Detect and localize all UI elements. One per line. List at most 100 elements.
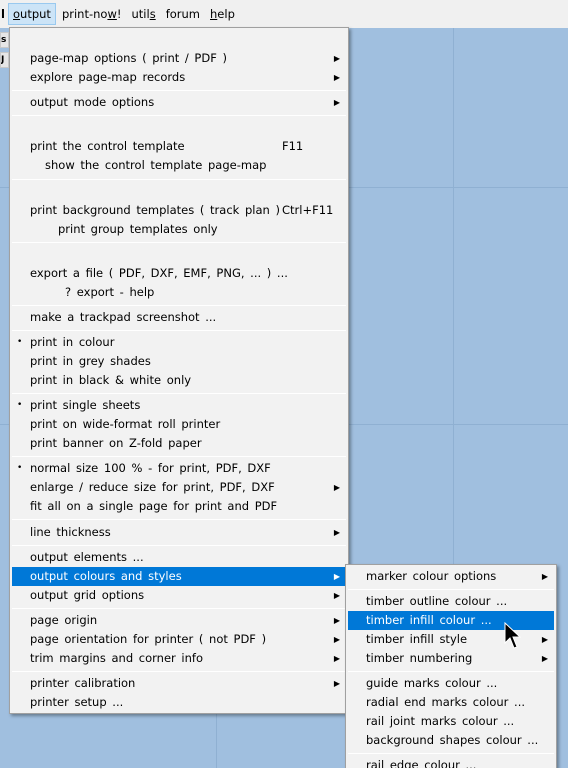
menu-item-trim-margins[interactable]: trim margins and corner info ▶ xyxy=(12,649,346,668)
submenu-arrow-icon: ▶ xyxy=(333,616,340,625)
submenu-arrow-icon: ▶ xyxy=(333,98,340,107)
menu-item-label: print single sheets xyxy=(30,398,141,412)
menu-item-output-elements[interactable]: output elements ... xyxy=(12,548,346,567)
submenu-arrow-icon: ▶ xyxy=(541,654,548,663)
submenu-arrow-icon: ▶ xyxy=(333,73,340,82)
menu-item-trackpad-screenshot[interactable]: make a trackpad screenshot ... xyxy=(12,308,346,327)
submenu-item-marker-colour-options[interactable]: marker colour options ▶ xyxy=(348,567,554,586)
left-toolbar-strip: s J xyxy=(0,28,9,72)
menubar-item-print-now[interactable]: print-now! xyxy=(58,3,126,25)
menubar-item-clipped[interactable]: l xyxy=(0,0,8,28)
menu-item-explore-page-map[interactable]: explore page-map records ▶ xyxy=(12,68,346,87)
menu-item-enlarge-reduce[interactable]: enlarge / reduce size for print, PDF, DX… xyxy=(12,478,346,497)
submenu-item-timber-infill-colour[interactable]: timber infill colour ... xyxy=(348,611,554,630)
menu-item-label: fit all on a single page for print and P… xyxy=(30,499,278,513)
menu-item-page-origin[interactable]: page origin ▶ xyxy=(12,611,346,630)
menu-item-print-group-templates[interactable]: print group templates only xyxy=(12,220,346,239)
submenu-item-rail-edge-colour[interactable]: rail edge colour ... xyxy=(348,756,554,768)
menu-separator xyxy=(12,330,346,331)
menu-item-line-thickness[interactable]: line thickness ▶ xyxy=(12,523,346,542)
menu-item-print-roll-printer[interactable]: print on wide-format roll printer xyxy=(12,415,346,434)
mouse-cursor-icon xyxy=(504,622,522,649)
menu-item-export-file[interactable]: export a file ( PDF, DXF, EMF, PNG, ... … xyxy=(12,264,346,283)
submenu-item-timber-outline-colour[interactable]: timber outline colour ... xyxy=(348,592,554,611)
menu-item-output-grid-options[interactable]: output grid options ▶ xyxy=(12,586,346,605)
menu-item-label: normal size 100 % - for print, PDF, DXF xyxy=(30,461,271,475)
menu-item-print-in-colour[interactable]: • print in colour xyxy=(12,333,346,352)
output-menu: page-map options ( print / PDF ) ▶ explor… xyxy=(9,27,349,714)
menu-bar: l output print-now! utils forum help xyxy=(0,0,568,28)
submenu-item-timber-numbering[interactable]: timber numbering ▶ xyxy=(348,649,554,668)
menu-item-label: enlarge / reduce size for print, PDF, DX… xyxy=(30,480,275,494)
menu-separator xyxy=(12,456,346,457)
menu-separator xyxy=(12,519,346,520)
menu-item-label: print on wide-format roll printer xyxy=(30,417,221,431)
menu-item-output-colours-styles[interactable]: output colours and styles ▶ xyxy=(12,567,346,586)
menu-item-label: guide marks colour ... xyxy=(366,676,498,690)
menu-item-label: print in black & white only xyxy=(30,373,192,387)
shortcut-label: F11 xyxy=(282,139,304,153)
submenu-item-timber-infill-style[interactable]: timber infill style ▶ xyxy=(348,630,554,649)
menu-item-label: export a file ( PDF, DXF, EMF, PNG, ... … xyxy=(30,266,288,280)
submenu-arrow-icon: ▶ xyxy=(333,635,340,644)
toolbar-button[interactable]: J xyxy=(0,52,9,68)
menu-item-label: timber numbering xyxy=(366,651,473,665)
radio-bullet-icon: • xyxy=(17,337,23,347)
menu-item-label: page-map options ( print / PDF ) xyxy=(30,51,227,65)
menu-item-label: ? export - help xyxy=(65,285,155,299)
menu-item-page-map-options[interactable]: page-map options ( print / PDF ) ▶ xyxy=(12,49,346,68)
menu-item-normal-size[interactable]: • normal size 100 % - for print, PDF, DXF xyxy=(12,459,346,478)
menu-separator xyxy=(348,671,554,672)
submenu-item-guide-marks-colour[interactable]: guide marks colour ... xyxy=(348,674,554,693)
submenu-arrow-icon: ▶ xyxy=(333,483,340,492)
menu-item-label: print background templates ( track plan … xyxy=(30,203,280,217)
menu-separator xyxy=(12,305,346,306)
toolbar-button[interactable]: s xyxy=(0,32,9,48)
menu-item-label: print banner on Z-fold paper xyxy=(30,436,202,450)
menu-item-label: output grid options xyxy=(30,588,145,602)
menu-item-export-help[interactable]: ? export - help xyxy=(12,283,346,302)
menu-separator xyxy=(12,242,346,243)
submenu-arrow-icon: ▶ xyxy=(541,635,548,644)
menu-item-label: printer setup ... xyxy=(30,695,124,709)
menu-item-label: radial end marks colour ... xyxy=(366,695,525,709)
menu-item-printer-calibration[interactable]: printer calibration ▶ xyxy=(12,674,346,693)
menu-item-output-mode-options[interactable]: output mode options ▶ xyxy=(12,93,346,112)
menu-item-page-orientation[interactable]: page orientation for printer ( not PDF )… xyxy=(12,630,346,649)
menu-item-label: output colours and styles xyxy=(30,569,182,583)
menu-item-printer-setup[interactable]: printer setup ... xyxy=(12,693,346,712)
menu-item-label: print in colour xyxy=(30,335,115,349)
menu-item-label: timber outline colour ... xyxy=(366,594,508,608)
menu-item-label: print the control template xyxy=(30,139,185,153)
menu-item-fit-single-page[interactable]: fit all on a single page for print and P… xyxy=(12,497,346,516)
menu-item-label: trim margins and corner info xyxy=(30,651,203,665)
menu-item-label: print in grey shades xyxy=(30,354,151,368)
menu-item-print-control-template[interactable]: print the control template F11 xyxy=(12,137,346,156)
menu-item-label: output mode options xyxy=(30,95,155,109)
submenu-item-radial-end-marks-colour[interactable]: radial end marks colour ... xyxy=(348,693,554,712)
menubar-item-utils[interactable]: utils xyxy=(127,3,159,25)
menu-item-print-banner[interactable]: print banner on Z-fold paper xyxy=(12,434,346,453)
menu-item-print-grey-shades[interactable]: print in grey shades xyxy=(12,352,346,371)
menu-separator xyxy=(12,393,346,394)
menu-item-show-control-page-map[interactable]: show the control template page-map xyxy=(12,156,346,175)
menu-item-label: timber infill colour ... xyxy=(366,613,492,627)
menu-separator xyxy=(12,608,346,609)
submenu-item-rail-joint-marks-colour[interactable]: rail joint marks colour ... xyxy=(348,712,554,731)
menu-separator xyxy=(12,179,346,180)
menu-item-label: timber infill style xyxy=(366,632,468,646)
menubar-item-output[interactable]: output xyxy=(8,3,56,25)
menu-item-label: show the control template page-map xyxy=(45,158,267,172)
radio-bullet-icon: • xyxy=(17,463,23,473)
submenu-item-background-shapes-colour[interactable]: background shapes colour ... xyxy=(348,731,554,750)
menubar-item-help[interactable]: help xyxy=(206,3,239,25)
menu-item-print-single-sheets[interactable]: • print single sheets xyxy=(12,396,346,415)
menu-item-label: page orientation for printer ( not PDF ) xyxy=(30,632,267,646)
menu-separator xyxy=(12,671,346,672)
menubar-item-forum[interactable]: forum xyxy=(162,3,204,25)
menu-item-print-background-templates[interactable]: print background templates ( track plan … xyxy=(12,201,346,220)
menu-item-label: print group templates only xyxy=(58,222,218,236)
menu-item-label: background shapes colour ... xyxy=(366,733,539,747)
menu-item-print-black-white[interactable]: print in black & white only xyxy=(12,371,346,390)
submenu-arrow-icon: ▶ xyxy=(333,54,340,63)
